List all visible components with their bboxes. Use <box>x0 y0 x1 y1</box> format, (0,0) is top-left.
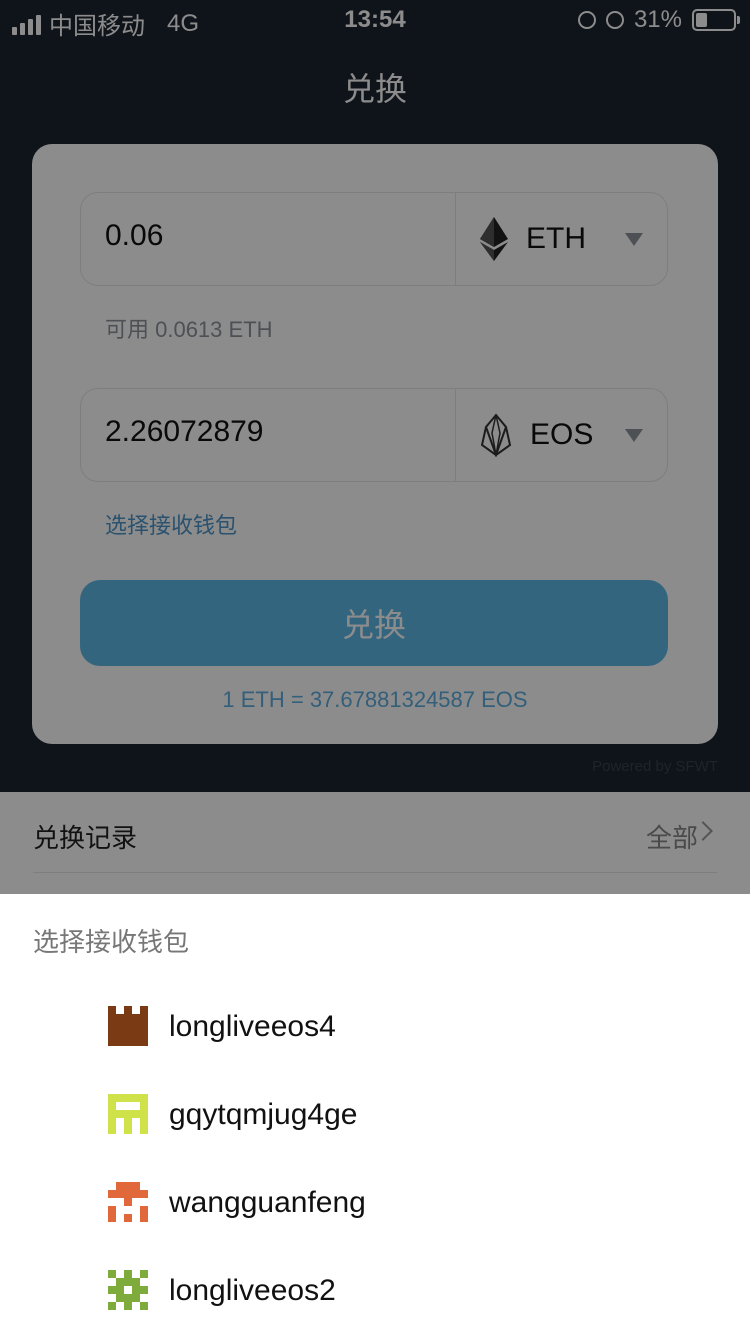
wallet-name: longliveeos4 <box>169 1010 336 1043</box>
wallet-item[interactable]: longliveeos4 <box>0 982 750 1070</box>
wallet-item[interactable]: wangguanfeng <box>0 1158 750 1246</box>
wallet-avatar-icon <box>108 1094 148 1134</box>
wallet-picker-sheet: 选择接收钱包 longliveeos4 gqytqmjug4ge wanggua… <box>0 894 750 1334</box>
wallet-name: longliveeos2 <box>169 1274 336 1307</box>
wallet-item[interactable]: longliveeos2 <box>0 1246 750 1334</box>
wallet-name: wangguanfeng <box>169 1186 366 1219</box>
wallet-item[interactable]: gqytqmjug4ge <box>0 1070 750 1158</box>
wallet-name: gqytqmjug4ge <box>169 1098 358 1131</box>
wallet-avatar-icon <box>108 1182 148 1222</box>
wallet-avatar-icon <box>108 1006 148 1046</box>
sheet-title: 选择接收钱包 <box>33 927 190 957</box>
wallet-avatar-icon <box>108 1270 148 1310</box>
modal-mask[interactable] <box>0 0 750 894</box>
